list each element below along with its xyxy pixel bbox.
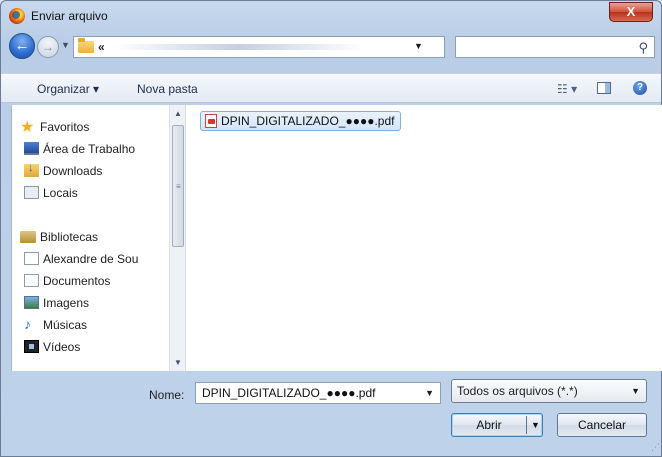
- nav-item-favoritos[interactable]: ★ Favoritos: [12, 117, 169, 137]
- scroll-thumb[interactable]: ≡: [172, 125, 184, 247]
- forward-arrow-icon: →: [42, 40, 54, 54]
- nav-item-bibliotecas[interactable]: Bibliotecas: [12, 227, 169, 247]
- window-title: Enviar arquivo: [31, 9, 108, 23]
- file-item[interactable]: DPIN_DIGITALIZADO_●●●●.pdf: [200, 111, 402, 131]
- preview-pane-icon[interactable]: [597, 82, 611, 94]
- pictures-icon: [24, 296, 39, 309]
- search-box[interactable]: ⚲: [455, 36, 655, 58]
- back-arrow-icon: ←: [14, 37, 30, 54]
- nav-item-label: Locais: [43, 186, 78, 200]
- search-icon[interactable]: ⚲: [638, 40, 648, 56]
- open-button-label: Abrir: [476, 418, 502, 432]
- videos-icon: [24, 340, 39, 353]
- resize-grip-icon[interactable]: ⋰: [651, 442, 660, 453]
- view-options-icon[interactable]: ☷ ▾: [557, 82, 577, 96]
- chevron-down-icon[interactable]: ▼: [425, 388, 434, 398]
- music-icon: ♪: [24, 316, 31, 332]
- scroll-up-icon[interactable]: ▲: [174, 109, 182, 118]
- nav-item-documentos[interactable]: Documentos: [12, 271, 169, 291]
- title-bar[interactable]: Enviar arquivo X: [1, 1, 661, 31]
- nav-item-label: Downloads: [43, 164, 103, 178]
- new-folder-button[interactable]: Nova pasta: [137, 82, 198, 96]
- grip-icon: ≡: [176, 182, 181, 191]
- libraries-icon: [20, 231, 36, 243]
- nav-item-label: Músicas: [43, 318, 88, 332]
- nav-item-alexandre[interactable]: Alexandre de Sou: [12, 249, 169, 269]
- firefox-icon: [9, 8, 25, 24]
- nav-item-imagens[interactable]: Imagens: [12, 293, 169, 313]
- navigation-pane: ★ Favoritos Área de Trabalho Downloads L…: [12, 105, 169, 371]
- scroll-down-icon[interactable]: ▼: [174, 358, 182, 367]
- nav-item-musicas[interactable]: ♪ Músicas: [12, 315, 169, 335]
- breadcrumb[interactable]: « ▼: [73, 36, 445, 58]
- open-button[interactable]: Abrir ▼: [451, 413, 543, 437]
- file-name-label: Nome:: [149, 388, 185, 402]
- file-list: DPIN_DIGITALIZADO_●●●●.pdf: [188, 105, 662, 371]
- split-divider: [526, 416, 527, 434]
- search-input[interactable]: [460, 39, 630, 55]
- command-toolbar: Organizar ▾ Nova pasta ☷ ▾ ?: [1, 73, 661, 103]
- nav-item-videos[interactable]: Vídeos: [12, 337, 169, 357]
- browser-area: ★ Favoritos Área de Trabalho Downloads L…: [11, 105, 662, 371]
- breadcrumb-dropdown-icon[interactable]: ▼: [414, 41, 423, 51]
- history-dropdown-icon[interactable]: ▼: [61, 40, 70, 50]
- close-button[interactable]: X: [609, 2, 653, 22]
- library-doc-icon: [24, 252, 39, 265]
- nav-item-label: Vídeos: [43, 340, 81, 354]
- nav-item-label: Imagens: [43, 296, 90, 310]
- forward-button[interactable]: →: [37, 36, 59, 58]
- file-open-dialog: Enviar arquivo X ← → ▼ « ▼ ↻ ⚲ Organizar…: [0, 0, 662, 457]
- desktop-icon: [24, 142, 39, 155]
- nav-item-label: Bibliotecas: [40, 230, 99, 244]
- organize-button[interactable]: Organizar ▾: [37, 82, 99, 96]
- file-name: DPIN_DIGITALIZADO_●●●●.pdf: [221, 114, 395, 128]
- nav-item-label: Área de Trabalho: [43, 142, 136, 156]
- nav-item-downloads[interactable]: Downloads: [12, 161, 169, 181]
- star-icon: ★: [20, 119, 35, 136]
- chevron-down-icon: ▼: [631, 386, 640, 396]
- nav-scrollbar[interactable]: ▲ ≡ ▼: [169, 105, 186, 371]
- places-icon: [24, 186, 39, 199]
- nav-item-label: Alexandre de Sou: [43, 252, 139, 266]
- documents-icon: [24, 274, 39, 287]
- open-options-dropdown-icon[interactable]: ▼: [531, 414, 540, 436]
- file-name-combobox[interactable]: ▼: [195, 382, 441, 404]
- downloads-folder-icon: [24, 162, 39, 177]
- breadcrumb-path-redacted: [114, 44, 364, 50]
- help-icon[interactable]: ?: [633, 81, 647, 95]
- folder-icon: [78, 38, 94, 53]
- file-name-input[interactable]: [200, 385, 410, 401]
- address-row: ← → ▼ « ▼ ↻ ⚲: [9, 33, 655, 61]
- file-type-value: Todos os arquivos (*.*): [457, 384, 578, 398]
- nav-item-label: Favoritos: [40, 120, 90, 134]
- nav-item-label: Documentos: [43, 274, 111, 288]
- pdf-file-icon: [205, 114, 217, 128]
- breadcrumb-overflow[interactable]: «: [98, 40, 105, 54]
- file-type-select[interactable]: Todos os arquivos (*.*) ▼: [451, 379, 647, 403]
- back-button[interactable]: ←: [9, 33, 35, 59]
- nav-item-area-de-trabalho[interactable]: Área de Trabalho: [12, 139, 169, 159]
- cancel-button[interactable]: Cancelar: [557, 413, 647, 437]
- nav-item-locais[interactable]: Locais: [12, 183, 169, 203]
